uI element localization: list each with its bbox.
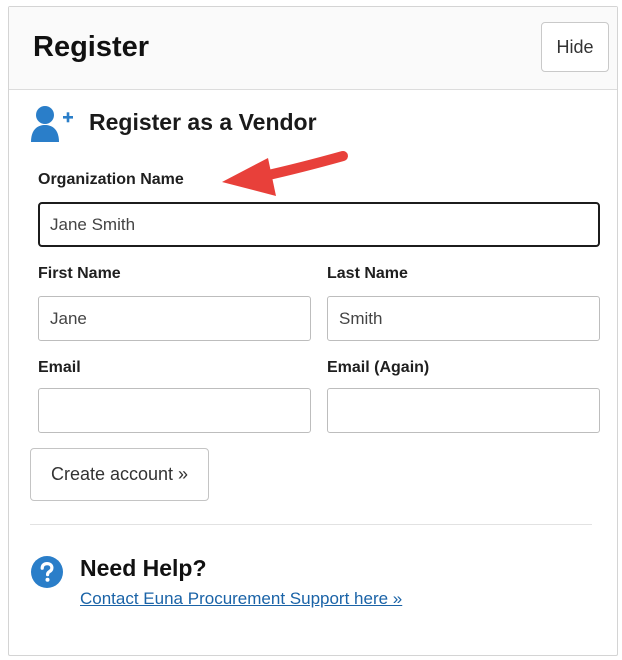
hide-button[interactable]: Hide (541, 22, 609, 72)
question-circle-icon (31, 556, 63, 588)
help-title: Need Help? (80, 555, 207, 581)
email-input[interactable] (38, 388, 311, 433)
email-label: Email (38, 359, 81, 376)
last-name-input[interactable] (327, 296, 600, 341)
vendor-section-title: Register as a Vendor (89, 109, 317, 135)
user-plus-icon (31, 106, 73, 142)
first-name-input[interactable] (38, 296, 311, 341)
email-again-label: Email (Again) (327, 359, 430, 376)
first-name-label: First Name (38, 265, 121, 282)
email-again-input[interactable] (327, 388, 600, 433)
last-name-label: Last Name (327, 265, 408, 282)
support-link[interactable]: Contact Euna Procurement Support here » (80, 589, 402, 609)
panel-header: Register Hide (9, 7, 617, 90)
divider (30, 524, 592, 525)
page-title: Register (33, 31, 150, 63)
organization-name-input[interactable] (38, 202, 600, 247)
create-account-button[interactable]: Create account » (30, 448, 209, 501)
organization-name-label: Organization Name (38, 171, 184, 188)
